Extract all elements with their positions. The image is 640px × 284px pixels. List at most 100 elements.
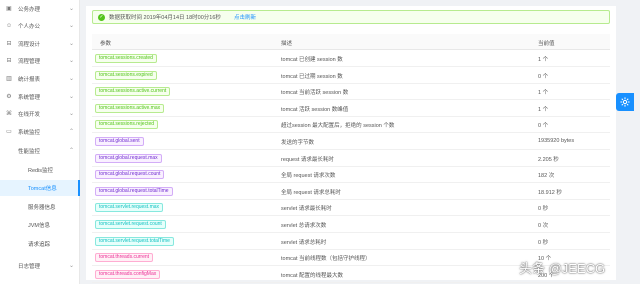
chevron-down-icon: ⌄ <box>69 41 75 47</box>
param-tag: tomcat.global.request.count <box>95 170 165 180</box>
column-header-desc: 描述 <box>281 41 293 47</box>
table-row: tomcat.global.request.max request 请求最长耗时 2… <box>92 150 610 167</box>
briefcase-icon: ▣ <box>6 6 12 12</box>
sidebar-item-label: 系统监控 <box>18 130 41 136</box>
check-circle-icon: ✓ <box>98 13 105 21</box>
table-header: 参数 描述 当前值 <box>92 34 610 50</box>
sidebar-item-flow-design[interactable]: ⊟ 流程设计 ⌄ <box>0 37 80 51</box>
param-description: tomcat 活跃 session 数峰值 <box>281 106 349 113</box>
param-tag: tomcat.sessions.active.max <box>95 103 165 113</box>
sidebar-subitem-label: 服务器信息 <box>28 205 56 211</box>
refresh-link[interactable]: 点击刷新 <box>234 13 256 21</box>
table-row: tomcat.servlet.request.max servlet 请求最长耗时… <box>92 199 610 217</box>
monitor-icon: ▭ <box>6 129 12 135</box>
chevron-down-icon: ⌄ <box>69 58 75 64</box>
sidebar-subitem-trace[interactable]: 请求追踪 <box>0 236 80 252</box>
sidebar-item-label: 系统管理 <box>18 95 41 101</box>
param-tag: tomcat.servlet.request.count <box>95 220 166 229</box>
table-row: tomcat.sessions.created tomcat 已创建 sessio… <box>92 50 610 67</box>
param-value: 1 个 <box>538 90 549 97</box>
param-value: 0 个 <box>538 73 549 80</box>
param-description: 超过session 最大配置后，拒绝的 session 个数 <box>281 123 395 130</box>
sidebar-group-performance[interactable]: 性能监控 ⌃ <box>0 144 80 158</box>
chart-icon: ▥ <box>6 76 12 82</box>
param-tag: tomcat.threads.current <box>95 253 154 263</box>
sidebar-item-label: 在线开发 <box>18 112 41 118</box>
main-panel: ✓ 数据获取时间 2019年04月14日 18时00分16秒 点击刷新 参数 描… <box>86 6 616 283</box>
param-tag: tomcat.sessions.expired <box>95 70 157 80</box>
sidebar-item-official[interactable]: ▣ 公务办理 ⌄ <box>0 2 80 16</box>
param-tag: tomcat.global.sent <box>95 137 144 146</box>
sidebar: ▣ 公务办理 ⌄ ☺ 个人办公 ⌄ ⊟ 流程设计 ⌄ ⊟ 流程管理 ⌄ ▥ 统计… <box>0 0 80 284</box>
param-value: 0 秒 <box>538 239 549 246</box>
sidebar-item-label: 公务办理 <box>18 7 41 13</box>
chevron-up-icon: ⌃ <box>69 148 75 154</box>
sidebar-item-flow-manage[interactable]: ⊟ 流程管理 ⌄ <box>0 54 80 68</box>
sidebar-item-label: 流程管理 <box>18 59 41 65</box>
sidebar-subitem-label: Tomcat信息 <box>28 186 57 192</box>
sidebar-subitem-tomcat[interactable]: Tomcat信息 <box>0 180 80 196</box>
sidebar-item-monitor[interactable]: ▭ 系统监控 ⌃ <box>0 125 80 139</box>
param-value: 1 个 <box>538 57 549 63</box>
param-description: servlet 请求最长耗时 <box>281 206 332 213</box>
param-tag: tomcat.sessions.active.current <box>95 87 171 97</box>
param-tag: tomcat.threads.configMax <box>95 269 161 279</box>
column-header-param: 参数 <box>100 41 112 47</box>
user-icon: ☺ <box>5 23 13 29</box>
chevron-up-icon: ⌃ <box>69 129 75 135</box>
chevron-down-icon: ⌄ <box>69 263 75 269</box>
sidebar-item-label: 个人办公 <box>18 24 41 30</box>
code-icon: ⌘ <box>6 111 12 117</box>
table-row: tomcat.global.sent 发送的字节数 1935920 bytes <box>92 133 610 150</box>
param-tag: tomcat.global.request.max <box>95 153 162 163</box>
info-alert: ✓ 数据获取时间 2019年04月14日 18时00分16秒 点击刷新 <box>92 10 610 24</box>
table-row: tomcat.sessions.rejected 超过session 最大配置后，… <box>92 116 610 134</box>
sidebar-item-reports[interactable]: ▥ 统计报表 ⌄ <box>0 72 80 86</box>
param-tag: tomcat.servlet.request.totalTime <box>95 236 174 246</box>
param-description: tomcat 已创建 session 数 <box>281 57 343 63</box>
param-description: tomcat 已过期 session 数 <box>281 73 343 80</box>
param-description: servlet 总请求次数 <box>281 223 327 229</box>
settings-button[interactable] <box>616 93 634 111</box>
sidebar-subitem-label: Redis监控 <box>28 168 54 174</box>
param-description: 全局 request 请求次数 <box>281 173 336 180</box>
sidebar-subitem-label: JVM信息 <box>28 223 51 229</box>
sidebar-item-label: 日志管理 <box>18 264 41 270</box>
chevron-down-icon: ⌄ <box>69 94 75 100</box>
sidebar-subitem-jvm[interactable]: JVM信息 <box>0 217 80 233</box>
watermark: 头条 @JEECG <box>519 261 606 276</box>
table-row: tomcat.sessions.expired tomcat 已过期 sessio… <box>92 67 610 84</box>
param-tag: tomcat.global.request.totalTime <box>95 186 173 196</box>
sidebar-group-label: 性能监控 <box>18 149 41 155</box>
param-value: 0 秒 <box>538 206 549 213</box>
param-description: servlet 请求总耗时 <box>281 239 327 246</box>
table-row: tomcat.global.request.count 全局 request 请求… <box>92 166 610 184</box>
flow-icon: ⊟ <box>6 58 12 64</box>
sidebar-subitem-server[interactable]: 服务器信息 <box>0 199 80 215</box>
sidebar-item-label: 流程设计 <box>18 42 41 48</box>
table-row: tomcat.sessions.active.current tomcat 当前活… <box>92 83 610 101</box>
param-value: 18.912 秒 <box>538 189 562 196</box>
chevron-down-icon: ⌄ <box>69 111 75 117</box>
param-value: 1935920 bytes <box>538 138 575 144</box>
param-value: 182 次 <box>538 173 555 180</box>
sidebar-item-online-dev[interactable]: ⌘ 在线开发 ⌄ <box>0 107 80 121</box>
sidebar-item-personal[interactable]: ☺ 个人办公 ⌄ <box>0 19 80 33</box>
param-description: 发送的字节数 <box>281 140 315 146</box>
param-description: tomcat 当前活跃 session 数 <box>281 90 349 97</box>
chevron-down-icon: ⌄ <box>69 76 75 82</box>
param-description: tomcat 配置的线程最大数 <box>281 272 344 279</box>
sidebar-item-system[interactable]: ⚙ 系统管理 ⌄ <box>0 90 80 104</box>
table-row: tomcat.global.request.totalTime 全局 reques… <box>92 183 610 200</box>
sidebar-item-logs[interactable]: 日志管理 ⌄ <box>0 259 80 273</box>
param-value: 0 次 <box>538 223 549 229</box>
param-tag: tomcat.servlet.request.max <box>95 203 164 213</box>
param-value: 2.205 秒 <box>538 156 559 163</box>
param-value: 1 个 <box>538 106 549 113</box>
sidebar-subitem-redis[interactable]: Redis监控 <box>0 162 80 178</box>
alert-text: 数据获取时间 2019年04月14日 18时00分16秒 <box>109 15 221 21</box>
flow-icon: ⊟ <box>6 41 12 47</box>
settings-icon: ⚙ <box>6 94 12 100</box>
table-row: tomcat.servlet.request.totalTime servlet … <box>92 233 610 250</box>
column-header-value: 当前值 <box>538 41 555 47</box>
